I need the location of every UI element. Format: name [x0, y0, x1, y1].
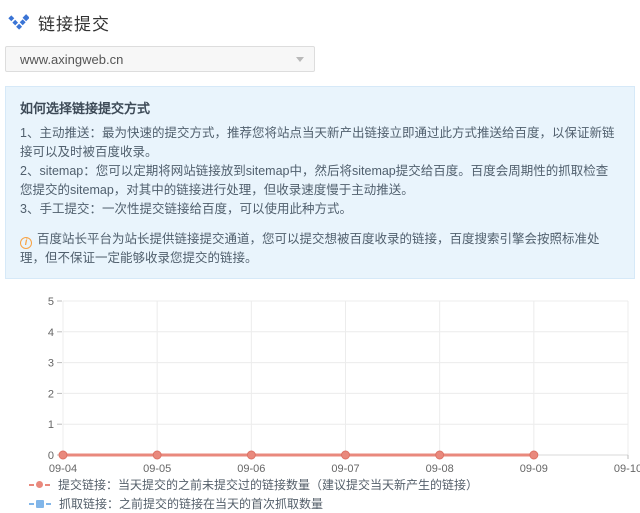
svg-text:09-06: 09-06	[237, 463, 265, 473]
help-note-text: 百度站长平台为站长提供链接提交通道，您可以提交想被百度收录的链接，百度搜索引擎会…	[20, 232, 600, 265]
help-item-active-push: 1、主动推送：最为快速的提交方式，推荐您将站点当天新产出链接立即通过此方式推送给…	[20, 124, 620, 162]
svg-text:09-04: 09-04	[49, 463, 77, 473]
svg-text:4: 4	[48, 327, 54, 339]
svg-text:1: 1	[48, 419, 54, 431]
page-title: 链接提交	[38, 10, 110, 35]
svg-text:2: 2	[48, 388, 54, 400]
submission-chart-area: 0 1 2 3 4 5 09-04 09-05 09-06 09-07 09-08 09-09 09-1…	[0, 293, 640, 473]
submission-help-panel: 如何选择链接提交方式 1、主动推送：最为快速的提交方式，推荐您将站点当天新产出链…	[5, 86, 635, 279]
svg-text:09-08: 09-08	[426, 463, 454, 473]
legend-item-crawled-links[interactable]: 抓取链接：之前提交的链接在当天的首次抓取数量	[28, 494, 640, 513]
help-item-manual: 3、手工提交：一次性提交链接给百度，可以使用此种方式。	[20, 200, 620, 219]
submission-chart: 0 1 2 3 4 5 09-04 09-05 09-06 09-07 09-08 09-09 09-1…	[0, 293, 640, 473]
help-panel-title: 如何选择链接提交方式	[20, 98, 620, 117]
help-item-sitemap: 2、sitemap：您可以定期将网站链接放到sitemap中，然后将sitema…	[20, 162, 620, 200]
help-note: i百度站长平台为站长提供链接提交通道，您可以提交想被百度收录的链接，百度搜索引擎…	[20, 230, 620, 268]
svg-text:09-07: 09-07	[331, 463, 359, 473]
info-circle-icon: i	[20, 237, 32, 249]
line-square-marker-icon	[28, 500, 52, 508]
site-selector[interactable]: www.axingweb.cn	[5, 46, 315, 72]
svg-text:0: 0	[48, 450, 54, 462]
line-circle-marker-icon	[28, 481, 51, 488]
legend-label: 抓取链接：之前提交的链接在当天的首次抓取数量	[59, 495, 323, 512]
svg-text:3: 3	[48, 358, 54, 370]
link-submission-page: 链接提交 www.axingweb.cn 如何选择链接提交方式 1、主动推送：最…	[0, 0, 640, 482]
svg-text:09-10: 09-10	[614, 463, 640, 473]
svg-text:09-09: 09-09	[520, 463, 548, 473]
site-selector-value: www.axingweb.cn	[20, 52, 123, 67]
chevron-down-icon	[296, 57, 304, 62]
legend-label: 提交链接：当天提交的之前未提交过的链接数量（建议提交当天新产生的链接）	[58, 476, 478, 493]
dotted-check-icon	[8, 14, 29, 31]
chart-legend: 提交链接：当天提交的之前未提交过的链接数量（建议提交当天新产生的链接） 抓取链接…	[28, 475, 640, 513]
page-header: 链接提交	[0, 0, 640, 34]
svg-text:09-05: 09-05	[143, 463, 171, 473]
legend-item-submitted-links[interactable]: 提交链接：当天提交的之前未提交过的链接数量（建议提交当天新产生的链接）	[28, 475, 640, 494]
svg-text:5: 5	[48, 296, 54, 308]
